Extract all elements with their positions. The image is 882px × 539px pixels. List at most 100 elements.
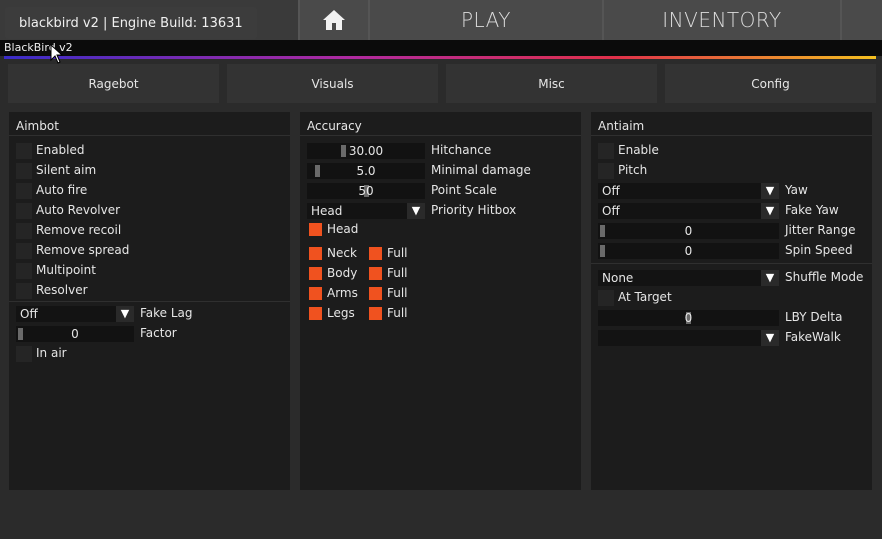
jitter-range-slider[interactable]: 0 bbox=[598, 223, 779, 239]
checkbox-label: Resolver bbox=[36, 283, 88, 297]
checkbox-neck[interactable] bbox=[309, 247, 322, 260]
checkbox-enabled[interactable] bbox=[16, 143, 32, 159]
checkbox-pitch[interactable] bbox=[598, 163, 614, 179]
lby-delta-slider[interactable]: 0 bbox=[598, 310, 779, 326]
checkbox-arms-full[interactable] bbox=[369, 287, 382, 300]
spin-speed-label: Spin Speed bbox=[785, 243, 853, 257]
chevron-down-icon[interactable]: ▼ bbox=[761, 270, 779, 286]
panel-title: Aimbot bbox=[16, 119, 59, 133]
select-value: Off bbox=[20, 307, 38, 321]
divider bbox=[591, 263, 872, 264]
checkbox-legs[interactable] bbox=[309, 307, 322, 320]
select-value: Off bbox=[602, 184, 620, 198]
checkbox-label: Head bbox=[327, 222, 359, 236]
divider bbox=[9, 135, 290, 136]
slider-value: 5.0 bbox=[356, 164, 376, 178]
checkbox-label: Full bbox=[387, 266, 408, 280]
slider-value: 0 bbox=[684, 224, 693, 238]
divider bbox=[300, 135, 581, 136]
checkbox-label: Full bbox=[387, 246, 408, 260]
min-damage-slider[interactable]: 5.0 bbox=[307, 163, 425, 179]
checkbox-body[interactable] bbox=[309, 267, 322, 280]
menu-title[interactable]: BlackBird v2 bbox=[0, 40, 882, 56]
priority-hitbox-select[interactable]: Head ▼ bbox=[307, 203, 425, 219]
home-button[interactable] bbox=[298, 0, 368, 40]
checkbox-body-full[interactable] bbox=[369, 267, 382, 280]
checkbox-label: At Target bbox=[618, 290, 672, 304]
checkbox-label: Full bbox=[387, 306, 408, 320]
hitchance-slider[interactable]: 30.00 bbox=[307, 143, 425, 159]
game-top-bar: PLAY INVENTORY blackbird v2 | Engine Bui… bbox=[0, 0, 882, 40]
checkbox-auto-fire[interactable] bbox=[16, 183, 32, 199]
point-scale-slider[interactable]: 50 bbox=[307, 183, 425, 199]
checkbox-label: Auto Revolver bbox=[36, 203, 121, 217]
chevron-down-icon[interactable]: ▼ bbox=[116, 306, 134, 322]
checkbox-label: Auto fire bbox=[36, 183, 88, 197]
checkbox-label: Legs bbox=[327, 306, 355, 320]
yaw-label: Yaw bbox=[785, 183, 808, 197]
select-value: Off bbox=[602, 204, 620, 218]
checkbox-auto-revolver[interactable] bbox=[16, 203, 32, 219]
factor-slider[interactable]: 0 bbox=[16, 326, 134, 342]
checkbox-enable[interactable] bbox=[598, 143, 614, 159]
checkbox-remove-spread[interactable] bbox=[16, 243, 32, 259]
tab-config[interactable]: Config bbox=[665, 64, 876, 103]
tab-misc[interactable]: Misc bbox=[446, 64, 657, 103]
priority-hitbox-label: Priority Hitbox bbox=[431, 203, 517, 217]
select-value: None bbox=[602, 271, 634, 285]
checkbox-at-target[interactable] bbox=[598, 290, 614, 306]
checkbox-multipoint[interactable] bbox=[16, 263, 32, 279]
fakewalk-label: FakeWalk bbox=[785, 330, 841, 344]
aimbot-panel: Aimbot Enabled Silent aim Auto fire Auto… bbox=[9, 112, 290, 490]
tab-ragebot[interactable]: Ragebot bbox=[8, 64, 219, 103]
checkbox-resolver[interactable] bbox=[16, 283, 32, 299]
spin-speed-slider[interactable]: 0 bbox=[598, 243, 779, 259]
fakewalk-select[interactable]: ▼ bbox=[598, 330, 779, 346]
checkbox-label: Arms bbox=[327, 286, 358, 300]
slider-value: 0 bbox=[71, 327, 79, 341]
factor-label: Factor bbox=[140, 326, 177, 340]
chevron-down-icon[interactable]: ▼ bbox=[761, 183, 779, 199]
fake-yaw-select[interactable]: Off ▼ bbox=[598, 203, 779, 219]
lby-delta-label: LBY Delta bbox=[785, 310, 843, 324]
checkbox-in-air[interactable] bbox=[16, 346, 32, 362]
play-button[interactable]: PLAY bbox=[368, 0, 602, 40]
checkbox-neck-full[interactable] bbox=[369, 247, 382, 260]
checkbox-head[interactable] bbox=[309, 223, 322, 236]
checkbox-label: Full bbox=[387, 286, 408, 300]
checkbox-label: Remove spread bbox=[36, 243, 130, 257]
slider-value: 50 bbox=[358, 184, 374, 198]
checkbox-label: Multipoint bbox=[36, 263, 96, 277]
hitchance-label: Hitchance bbox=[431, 143, 492, 157]
panel-title: Accuracy bbox=[307, 119, 362, 133]
fake-yaw-label: Fake Yaw bbox=[785, 203, 839, 217]
checkbox-label: In air bbox=[36, 346, 67, 360]
checkbox-label: Remove recoil bbox=[36, 223, 122, 237]
topbar-extra-button[interactable] bbox=[840, 0, 882, 40]
slider-value: 30.00 bbox=[348, 144, 384, 158]
checkbox-label: Silent aim bbox=[36, 163, 97, 177]
yaw-select[interactable]: Off ▼ bbox=[598, 183, 779, 199]
checkbox-silent-aim[interactable] bbox=[16, 163, 32, 179]
checkbox-arms[interactable] bbox=[309, 287, 322, 300]
inventory-button[interactable]: INVENTORY bbox=[602, 0, 840, 40]
checkbox-legs-full[interactable] bbox=[369, 307, 382, 320]
slider-value: 0 bbox=[684, 244, 693, 258]
divider bbox=[9, 301, 290, 302]
chevron-down-icon[interactable]: ▼ bbox=[761, 330, 779, 346]
accuracy-panel: Accuracy 30.00 Hitchance 5.0 Minimal dam… bbox=[300, 112, 581, 490]
chevron-down-icon[interactable]: ▼ bbox=[761, 203, 779, 219]
tab-visuals[interactable]: Visuals bbox=[227, 64, 438, 103]
fakelag-label: Fake Lag bbox=[140, 306, 193, 320]
jitter-range-label: Jitter Range bbox=[785, 223, 856, 237]
cheat-menu: BlackBird v2 Ragebot Visuals Misc Config… bbox=[0, 40, 882, 539]
select-value: Head bbox=[311, 204, 343, 218]
fakelag-select[interactable]: Off ▼ bbox=[16, 306, 134, 322]
checkbox-remove-recoil[interactable] bbox=[16, 223, 32, 239]
min-damage-label: Minimal damage bbox=[431, 163, 531, 177]
checkbox-label: Enable bbox=[618, 143, 659, 157]
shuffle-mode-select[interactable]: None ▼ bbox=[598, 270, 779, 286]
chevron-down-icon[interactable]: ▼ bbox=[407, 203, 425, 219]
panel-title: Antiaim bbox=[598, 119, 645, 133]
checkbox-label: Body bbox=[327, 266, 358, 280]
